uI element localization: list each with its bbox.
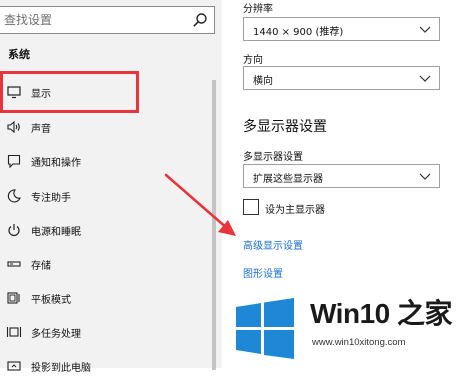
watermark-brand: Win10 之家 <box>310 298 453 329</box>
sidebar-item-label: 电源和睡眠 <box>31 226 81 238</box>
resolution-value: 1440 × 900 (推荐) <box>253 27 344 38</box>
resolution-dropdown[interactable]: 1440 × 900 (推荐) <box>243 17 440 41</box>
multi-display-dropdown[interactable]: 扩展这些显示器 <box>243 164 440 188</box>
sidebar-item-tablet-mode[interactable]: 平板模式 <box>0 283 210 313</box>
sidebar-item-sound[interactable]: 声音 <box>0 112 210 142</box>
sidebar-item-label: 声音 <box>31 123 51 135</box>
multitask-icon <box>6 327 22 337</box>
power-icon <box>8 224 20 237</box>
sidebar-item-power[interactable]: 电源和睡眠 <box>0 215 210 245</box>
watermark: Win10 之家 www.win10xitong.com <box>224 292 463 368</box>
sidebar-item-label: 通知和操作 <box>31 157 81 169</box>
chevron-down-icon <box>419 26 431 33</box>
multi-display-title: 多显示器设置 <box>243 119 327 135</box>
main-display-checkbox-label: 设为主显示器 <box>265 205 325 216</box>
multi-display-value: 扩展这些显示器 <box>253 174 323 185</box>
settings-sidebar: 系统 显示 声音 通知和操作 专注助手 <box>0 0 222 374</box>
chevron-down-icon <box>419 173 431 180</box>
orientation-dropdown[interactable]: 横向 <box>243 66 440 90</box>
resolution-label: 分辨率 <box>243 4 273 15</box>
sidebar-item-label: 存储 <box>31 260 51 272</box>
chevron-down-icon <box>419 75 431 82</box>
advanced-display-settings-link[interactable]: 高级显示设置 <box>243 237 303 252</box>
search-input[interactable] <box>4 10 184 30</box>
project-icon <box>7 361 21 371</box>
sidebar-heading: 系统 <box>8 48 30 61</box>
multi-display-label: 多显示器设置 <box>243 152 303 163</box>
search-box[interactable] <box>0 6 215 34</box>
search-icon[interactable] <box>192 12 208 28</box>
sidebar-item-label: 平板模式 <box>31 294 71 306</box>
speaker-icon <box>7 120 20 134</box>
sidebar-item-multitasking[interactable]: 多任务处理 <box>0 317 210 347</box>
sidebar-item-notifications[interactable]: 通知和操作 <box>0 146 210 176</box>
highlight-box <box>0 71 139 113</box>
graphics-settings-link[interactable]: 图形设置 <box>243 265 283 280</box>
windows-logo-icon <box>236 298 294 359</box>
watermark-url: www.win10xitong.com <box>312 337 406 348</box>
tablet-icon <box>7 292 20 304</box>
orientation-label: 方向 <box>243 55 263 66</box>
orientation-value: 横向 <box>253 76 273 87</box>
sidebar-item-label: 投影到此电脑 <box>31 362 91 374</box>
notification-icon <box>7 154 21 169</box>
moon-icon <box>7 189 21 203</box>
storage-icon <box>7 261 21 267</box>
sidebar-item-project[interactable]: 投影到此电脑 <box>0 351 210 381</box>
sidebar-item-label: 多任务处理 <box>31 328 81 340</box>
sidebar-item-label: 专注助手 <box>31 192 71 204</box>
main-display-checkbox[interactable] <box>243 199 259 215</box>
sidebar-scrollbar[interactable] <box>212 80 216 370</box>
sidebar-item-focus-assist[interactable]: 专注助手 <box>0 181 210 211</box>
sidebar-item-storage[interactable]: 存储 <box>0 249 210 279</box>
